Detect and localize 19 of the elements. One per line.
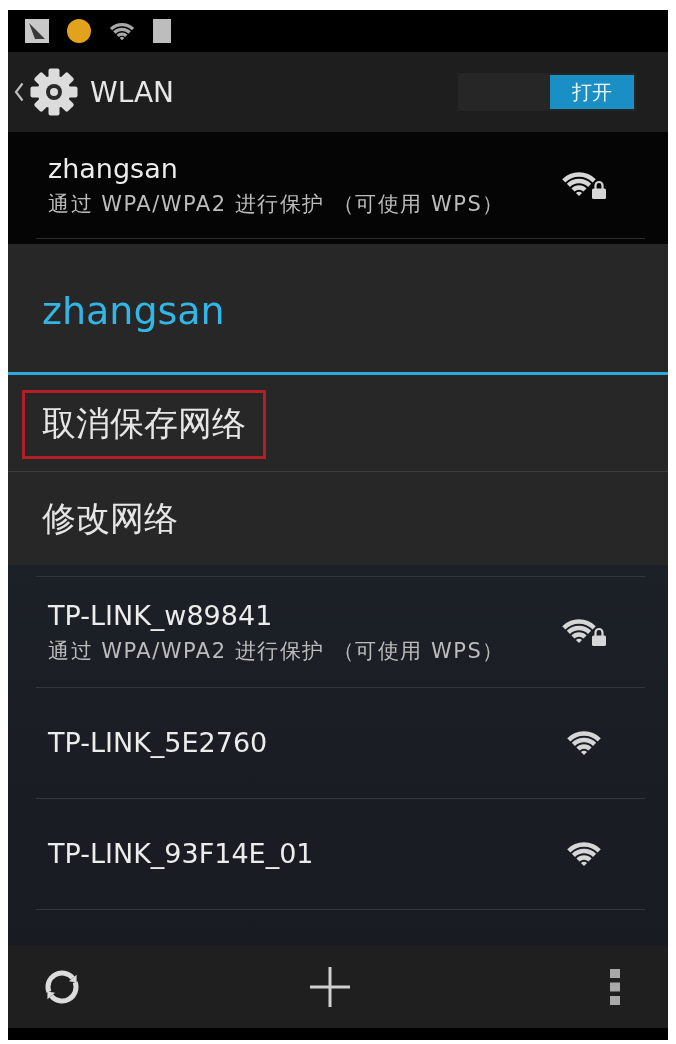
network-name[interactable]: TP-LINK_93F14E_01 <box>48 838 314 870</box>
dot-icon <box>67 19 91 43</box>
wifi-icon <box>109 21 135 41</box>
security-label: 通过 WPA/WPA2 进行保护 （可使用 WPS） <box>48 190 505 218</box>
security-label: 通过 WPA/WPA2 进行保护 （可使用 WPS） <box>48 637 505 665</box>
image-icon <box>25 19 49 43</box>
gear-icon[interactable] <box>30 68 78 116</box>
menu-item[interactable]: 修改网络 <box>8 472 668 565</box>
dialog-title: zhangsan <box>42 289 225 333</box>
back-chevron-icon[interactable] <box>14 82 24 102</box>
rectangle-icon <box>153 19 171 43</box>
network-name: zhangsan <box>48 152 178 185</box>
screen-title: WLAN <box>90 75 175 109</box>
saved-network-item[interactable]: zhangsan 通过 WPA/WPA2 进行保护 （可使用 WPS） <box>8 132 668 244</box>
add-icon[interactable] <box>308 964 352 1009</box>
network-name[interactable]: TP-LINK_w89841 <box>48 599 273 632</box>
network-name[interactable]: TP-LINK_5E2760 <box>48 727 268 759</box>
overflow-menu-icon[interactable] <box>610 968 620 1005</box>
menu-item[interactable]: 取消保存网络 <box>8 375 668 471</box>
